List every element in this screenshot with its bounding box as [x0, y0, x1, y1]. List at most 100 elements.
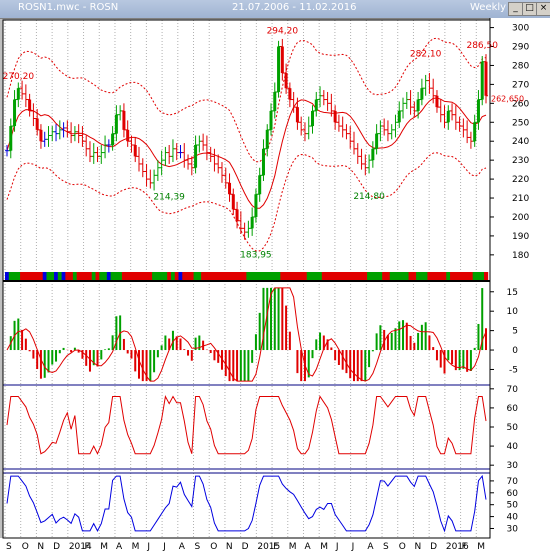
- x-tick-label: M: [100, 542, 108, 551]
- chart-area: S O N D 2014F M A M J J A S O N D 2015F M A M J J A S O N D 2016F M…: [0, 18, 550, 551]
- signal-strip-cell: [174, 272, 179, 280]
- signal-strip-cell: [42, 272, 47, 280]
- signal-strip-cell: [484, 272, 489, 280]
- signal-strip-cell: [61, 272, 66, 280]
- y-tick-label: 190: [512, 232, 529, 242]
- x-tick-label: S: [195, 542, 201, 551]
- signal-strip-cell: [72, 272, 78, 280]
- signal-strip-cell: [5, 272, 10, 280]
- signal-strip-cell: [137, 272, 142, 280]
- signal-strip-cell: [340, 272, 345, 280]
- signal-strip-cell: [265, 272, 270, 280]
- y-tick-label: 180: [512, 251, 529, 261]
- signal-strip-cell: [457, 272, 462, 280]
- x-tick-label: M: [477, 542, 485, 551]
- x-tick-label: J: [146, 542, 150, 551]
- x-tick-label: J: [162, 542, 166, 551]
- close-button[interactable]: ×: [536, 2, 550, 16]
- x-tick-label: N: [37, 542, 44, 551]
- signal-strip-cell: [284, 272, 289, 280]
- price-candle-body: [269, 110, 273, 130]
- signal-strip-cell: [110, 272, 115, 280]
- price-candle-body: [284, 73, 288, 89]
- price-candle-body: [258, 175, 262, 195]
- x-tick-label: N: [414, 542, 421, 551]
- price-candle-body: [126, 129, 130, 142]
- signal-strip-cell: [235, 272, 240, 280]
- signal-strip-cell: [114, 272, 119, 280]
- y-tick-label: 10: [507, 307, 519, 317]
- price-candle-body: [277, 46, 281, 92]
- signal-strip-cell: [450, 272, 455, 280]
- x-tick-label: A: [304, 542, 311, 551]
- price-candle-body: [254, 194, 258, 217]
- signal-strip-cell: [359, 272, 364, 280]
- x-tick-label: D: [53, 542, 60, 551]
- signal-strip-cell: [299, 272, 304, 280]
- signal-strip-cell: [321, 272, 327, 280]
- signal-strip-cell: [95, 272, 100, 280]
- x-tick-label: J: [335, 542, 339, 551]
- price-candle-body: [194, 145, 198, 168]
- y-tick-label: 230: [512, 156, 529, 166]
- maximize-button[interactable]: □: [522, 2, 537, 16]
- price-candle-body: [484, 61, 488, 96]
- y-tick-label: 300: [512, 24, 529, 34]
- signal-strip-cell: [434, 272, 440, 280]
- price-candle-body: [9, 126, 13, 151]
- price-annotation: 286,50: [466, 41, 498, 51]
- signal-strip-cell: [12, 272, 17, 280]
- price-annotation: 214,39: [153, 193, 185, 203]
- signal-strip-cell: [182, 272, 187, 280]
- y-tick-label: 200: [512, 213, 529, 223]
- signal-strip-cell: [212, 272, 217, 280]
- y-tick-label: 60: [507, 404, 519, 414]
- signal-strip-cell: [416, 272, 421, 280]
- period-label: Weekly: [470, 2, 507, 13]
- x-tick-label: D: [430, 542, 437, 551]
- x-tick-label: A: [179, 542, 186, 551]
- x-tick-label: F: [85, 542, 90, 551]
- price-candle-body: [280, 46, 284, 74]
- signal-strip-cell: [310, 272, 315, 280]
- price-candle-body: [235, 209, 239, 221]
- signal-strip-cell: [261, 272, 266, 280]
- signal-strip-cell: [106, 272, 112, 280]
- y-tick-label: 15: [507, 288, 518, 298]
- price-candle-body: [231, 194, 235, 210]
- minimize-button[interactable]: _: [508, 2, 523, 16]
- signal-strip-cell: [238, 272, 244, 280]
- signal-strip-cell: [178, 272, 183, 280]
- price-candle-body: [333, 110, 337, 123]
- signal-strip-cell: [287, 272, 293, 280]
- signal-strip-cell: [223, 272, 228, 280]
- signal-strip-cell: [242, 272, 247, 280]
- y-tick-label: 280: [512, 61, 529, 71]
- signal-strip-cell: [253, 272, 259, 280]
- signal-strip-cell: [31, 272, 36, 280]
- signal-strip-cell: [186, 272, 191, 280]
- signal-strip-cell: [231, 272, 236, 280]
- price-candle-body: [371, 148, 375, 161]
- signal-strip-cell: [438, 272, 443, 280]
- signal-strip-cell: [148, 272, 153, 280]
- signal-strip-cell: [280, 272, 285, 280]
- x-tick-label: A: [116, 542, 123, 551]
- signal-strip-cell: [480, 272, 485, 280]
- signal-strip-cell: [325, 272, 330, 280]
- price-candle-body: [250, 216, 254, 229]
- signal-strip-cell: [385, 272, 391, 280]
- signal-strip-cell: [314, 272, 319, 280]
- price-candle-body: [295, 107, 299, 123]
- x-tick-label: D: [242, 542, 249, 551]
- signal-strip-cell: [348, 272, 353, 280]
- price-candle-body: [420, 88, 424, 100]
- signal-strip-cell: [363, 272, 368, 280]
- signal-strip-cell: [155, 272, 161, 280]
- signal-strip-cell: [351, 272, 357, 280]
- signal-strip-cell: [276, 272, 281, 280]
- price-candle-body: [114, 114, 118, 134]
- signal-strip-cell: [69, 272, 74, 280]
- price-annotation: 294,20: [267, 27, 299, 37]
- title-bar[interactable]: ROSN1.mwc - ROSN 21.07.2006 - 11.02.2016…: [0, 0, 550, 19]
